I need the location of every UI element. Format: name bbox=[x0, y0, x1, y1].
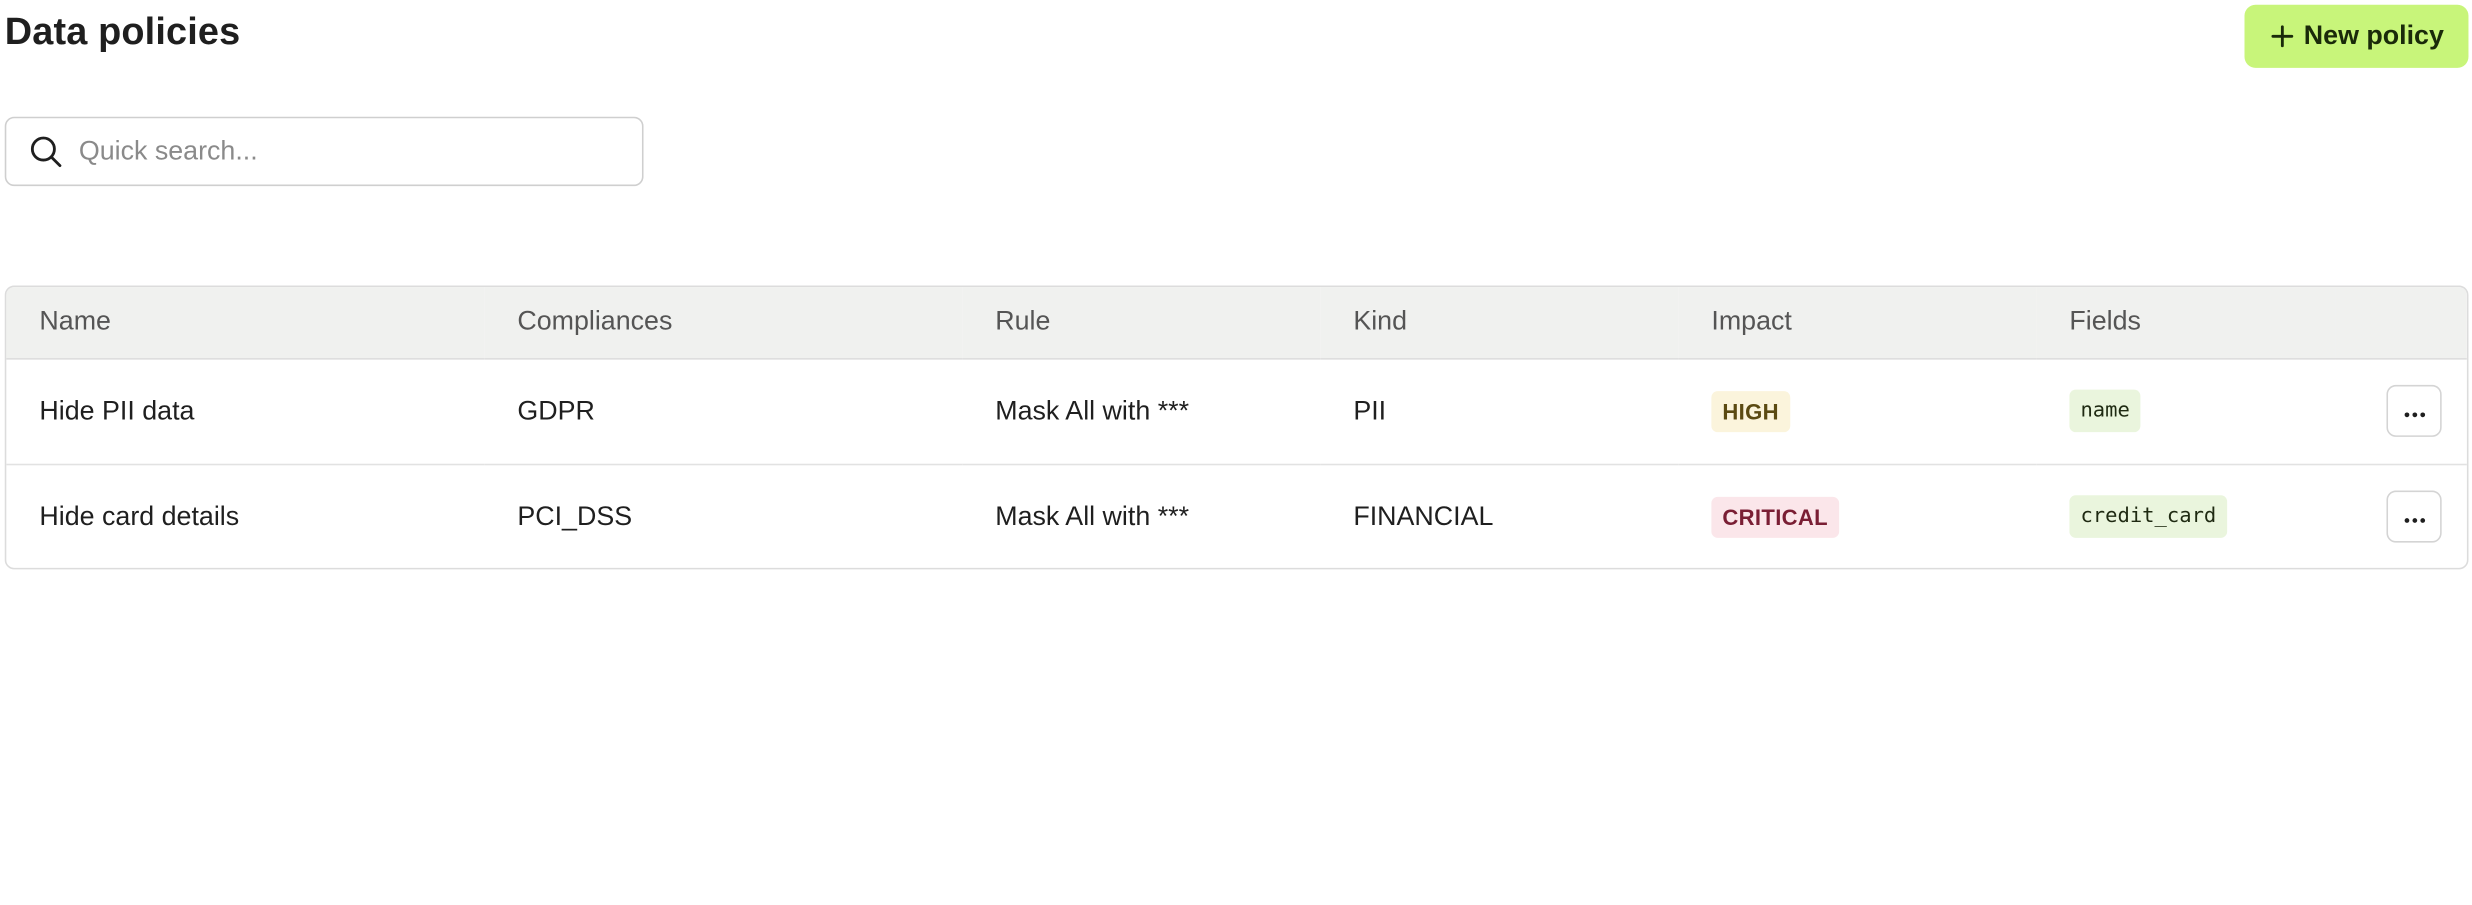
row-actions-button[interactable] bbox=[2386, 490, 2442, 543]
policy-compliances: GDPR bbox=[517, 395, 595, 426]
column-header-compliances: Compliances bbox=[484, 287, 963, 359]
plus-icon bbox=[2269, 24, 2294, 49]
policies-table: Name Compliances Rule Kind Impact Fields… bbox=[4, 285, 2469, 570]
policy-rule: Mask All with *** bbox=[995, 395, 1190, 426]
policy-impact-cell: HIGH bbox=[1678, 358, 2036, 464]
search-input[interactable] bbox=[78, 135, 616, 168]
policy-name: Hide card details bbox=[6, 462, 485, 568]
policy-compliances: PCI_DSS bbox=[484, 462, 963, 568]
field-chip: name bbox=[2069, 389, 2141, 433]
policy-name: Hide PII data bbox=[39, 395, 195, 426]
data-policies-view: Data policies New policy Quick search...… bbox=[0, 0, 2472, 574]
page: Data policies New policy Quick search...… bbox=[0, 0, 2472, 905]
column-header-rule: Rule bbox=[962, 287, 1321, 359]
table-row[interactable]: Hide PII data GDPR Mask All with *** PII… bbox=[6, 358, 2467, 464]
field-chip: credit_card bbox=[2069, 495, 2228, 539]
row-actions-button[interactable] bbox=[2386, 384, 2442, 437]
column-header-impact: Impact bbox=[1678, 287, 2037, 359]
new-policy-label: New policy bbox=[2303, 20, 2444, 51]
policy-kind: PII bbox=[1353, 395, 1387, 426]
row-actions-cell bbox=[2336, 358, 2467, 464]
policy-impact-cell: CRITICAL bbox=[1678, 462, 2037, 568]
column-header-fields: Fields bbox=[2036, 287, 2336, 359]
policy-fields-cell: credit_card bbox=[2036, 462, 2336, 568]
more-horizontal-icon bbox=[2403, 505, 2425, 529]
table-header-row: Name Compliances Rule Kind Impact Fields bbox=[6, 287, 2467, 359]
search-box bbox=[4, 116, 644, 187]
new-policy-button[interactable]: New policy bbox=[2244, 4, 2469, 68]
more-horizontal-icon bbox=[2403, 399, 2425, 423]
impact-badge: CRITICAL bbox=[1711, 496, 1840, 538]
column-header-actions bbox=[2335, 287, 2467, 359]
page-title: Data policies bbox=[4, 11, 241, 54]
policy-rule: Mask All with *** bbox=[962, 462, 1321, 568]
column-header-name: Name bbox=[6, 287, 485, 359]
policy-fields-cell: name bbox=[2036, 358, 2336, 464]
table-row[interactable]: Hide card details PCI_DSS Mask All with … bbox=[6, 462, 2467, 568]
search-icon bbox=[28, 134, 63, 169]
policy-kind: FINANCIAL bbox=[1320, 462, 1679, 568]
row-actions-cell bbox=[2335, 462, 2467, 568]
impact-badge: HIGH bbox=[1711, 390, 1790, 432]
column-header-kind: Kind bbox=[1320, 287, 1679, 359]
